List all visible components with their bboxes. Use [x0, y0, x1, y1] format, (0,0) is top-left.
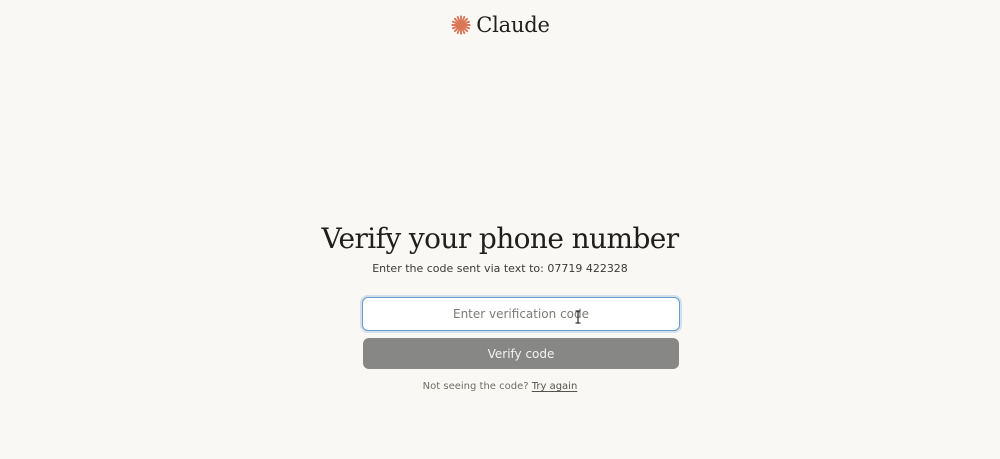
resend-text: Not seeing the code? — [422, 381, 529, 392]
page-title: Verify your phone number — [321, 222, 679, 255]
brand-name: Claude — [476, 13, 550, 37]
page-subtitle: Enter the code sent via text to: 07719 4… — [0, 262, 1000, 275]
verify-code-button[interactable]: Verify code — [363, 338, 679, 369]
verification-code-input[interactable] — [362, 297, 680, 331]
phone-number: 07719 422328 — [547, 262, 628, 275]
logo: Claude — [0, 13, 1000, 37]
resend-prompt: Not seeing the code? Try again — [0, 381, 1000, 392]
claude-starburst-icon — [451, 15, 471, 35]
try-again-link[interactable]: Try again — [532, 381, 578, 392]
text-cursor-icon — [575, 310, 581, 324]
verify-phone-page: Claude Verify your phone number Enter th… — [0, 0, 1000, 459]
subtitle-text: Enter the code sent via text to: — [372, 262, 544, 275]
